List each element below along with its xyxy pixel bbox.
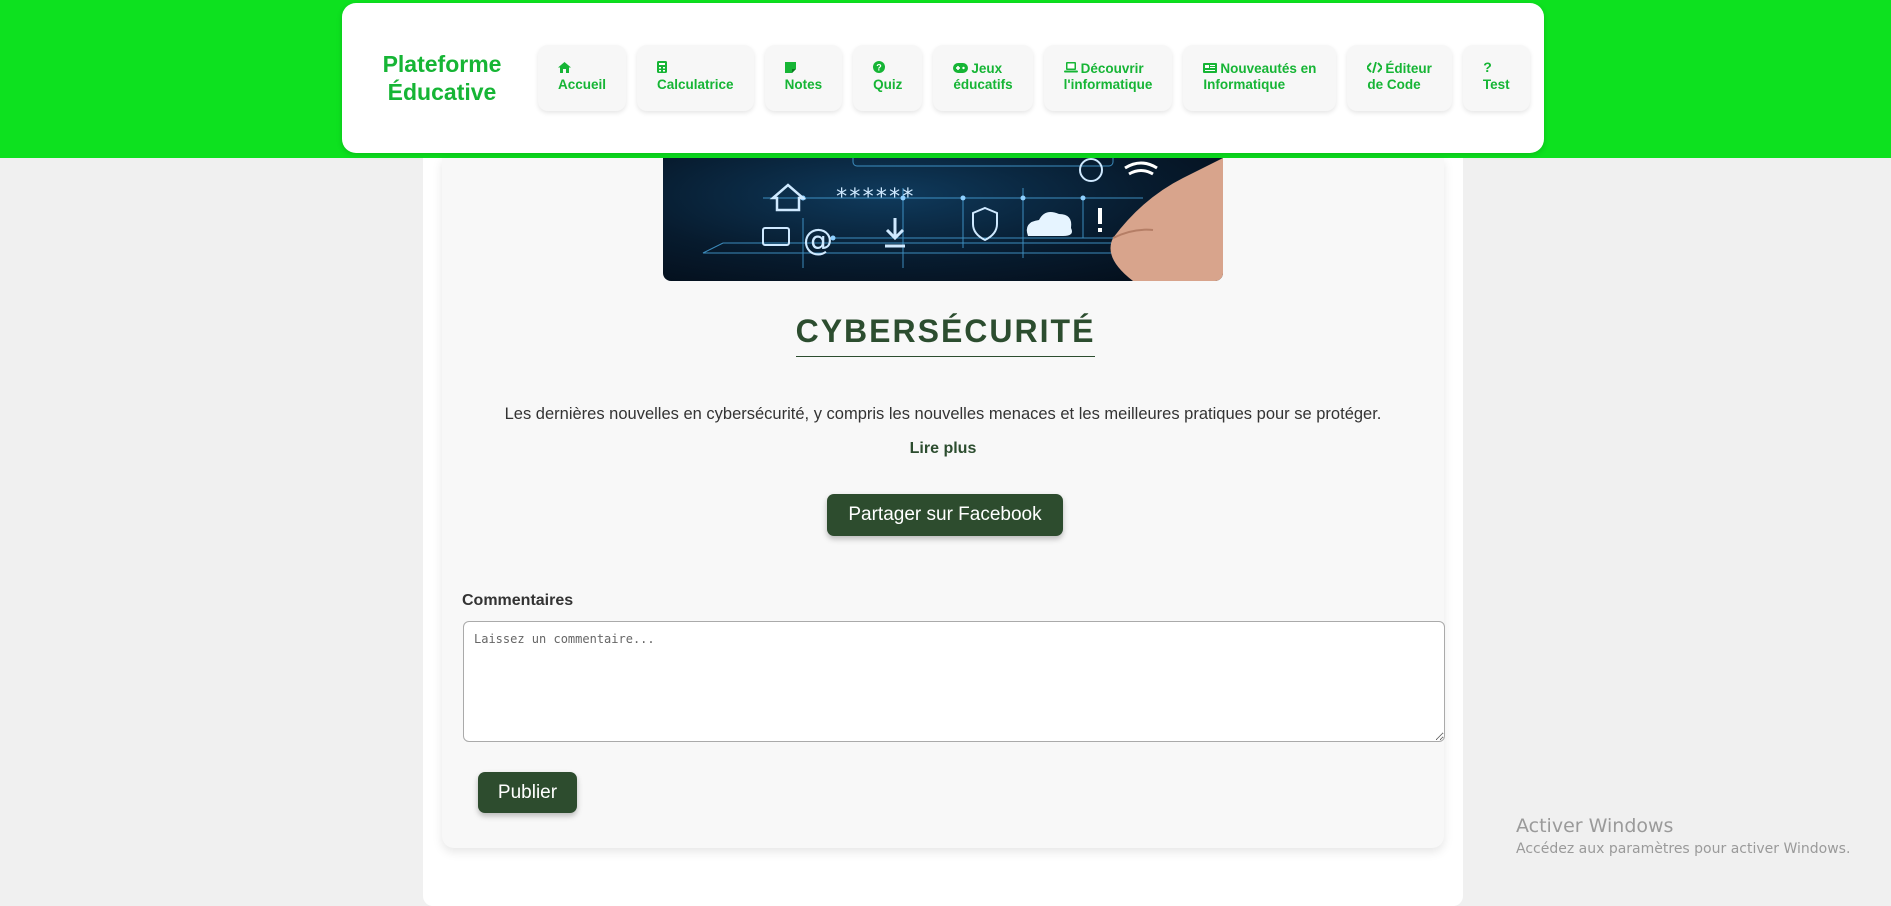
home-icon <box>558 61 571 77</box>
watermark-subtitle: Accédez aux paramètres pour activer Wind… <box>1516 841 1851 857</box>
newspaper-icon <box>1203 61 1218 77</box>
share-facebook-button[interactable]: Partager sur Facebook <box>827 494 1063 536</box>
nav-label: Notes <box>784 77 823 92</box>
watermark-title: Activer Windows <box>1516 815 1674 837</box>
image-password-text: ****** <box>835 185 914 210</box>
nav-label: Accueil <box>558 77 607 92</box>
nav-item-notes[interactable]: Notes <box>764 45 843 111</box>
article-description: Les dernières nouvelles en cybersécurité… <box>504 405 1382 423</box>
code-icon <box>1366 61 1384 77</box>
nav-label: Découvrir <box>1080 61 1144 76</box>
article-title: CYBERSÉCURITÉ <box>795 313 1096 357</box>
comment-input[interactable] <box>463 621 1445 742</box>
sticky-note-icon <box>784 61 796 77</box>
nav-label: Éditeur <box>1385 61 1432 76</box>
nav-label: éducatifs <box>953 77 1013 92</box>
nav-item-decouvrir[interactable]: Découvrir l'informatique <box>1043 45 1173 111</box>
main-nav: Accueil Calculatrice Notes ? Quiz Jeux éd… <box>538 45 1530 111</box>
svg-text:?: ? <box>1483 61 1492 73</box>
nav-label: Informatique <box>1203 77 1286 92</box>
question-icon: ? <box>1483 59 1492 77</box>
svg-text:?: ? <box>876 63 882 73</box>
nav-label: Quiz <box>873 77 903 92</box>
nav-item-calculatrice[interactable]: Calculatrice <box>637 45 754 111</box>
nav-label: de Code <box>1367 77 1421 92</box>
calculator-icon <box>657 61 668 77</box>
nav-label: Nouveautés en <box>1220 61 1317 76</box>
nav-item-quiz[interactable]: ? Quiz <box>853 45 923 111</box>
svg-text:@: @ <box>803 223 833 258</box>
nav-item-accueil[interactable]: Accueil <box>538 45 627 111</box>
comments-label: Commentaires <box>462 592 574 609</box>
nav-label: Test <box>1482 77 1510 92</box>
brand-title[interactable]: Plateforme Éducative <box>342 50 532 106</box>
header-card: Plateforme Éducative Accueil Calculatric… <box>342 3 1544 153</box>
nav-item-editeur[interactable]: Éditeur de Code <box>1347 45 1452 111</box>
nav-label: l'informatique <box>1063 77 1153 92</box>
nav-label: Calculatrice <box>657 77 734 92</box>
gamepad-icon <box>953 61 969 77</box>
publish-button[interactable]: Publier <box>478 772 577 813</box>
article-title-wrap: CYBERSÉCURITÉ <box>0 313 1891 357</box>
nav-label: Jeux <box>971 61 1003 76</box>
laptop-icon <box>1063 61 1078 77</box>
windows-activation-watermark: Activer Windows Accédez aux paramètres p… <box>1516 815 1850 857</box>
nav-item-jeux[interactable]: Jeux éducatifs <box>933 45 1033 111</box>
article-image: ****** @ <box>663 158 1223 281</box>
question-circle-icon: ? <box>873 61 886 77</box>
nav-item-test[interactable]: ? Test <box>1462 45 1530 111</box>
nav-item-nouveautes[interactable]: Nouveautés en Informatique <box>1183 45 1337 111</box>
read-more-link[interactable]: Lire plus <box>442 440 1444 458</box>
